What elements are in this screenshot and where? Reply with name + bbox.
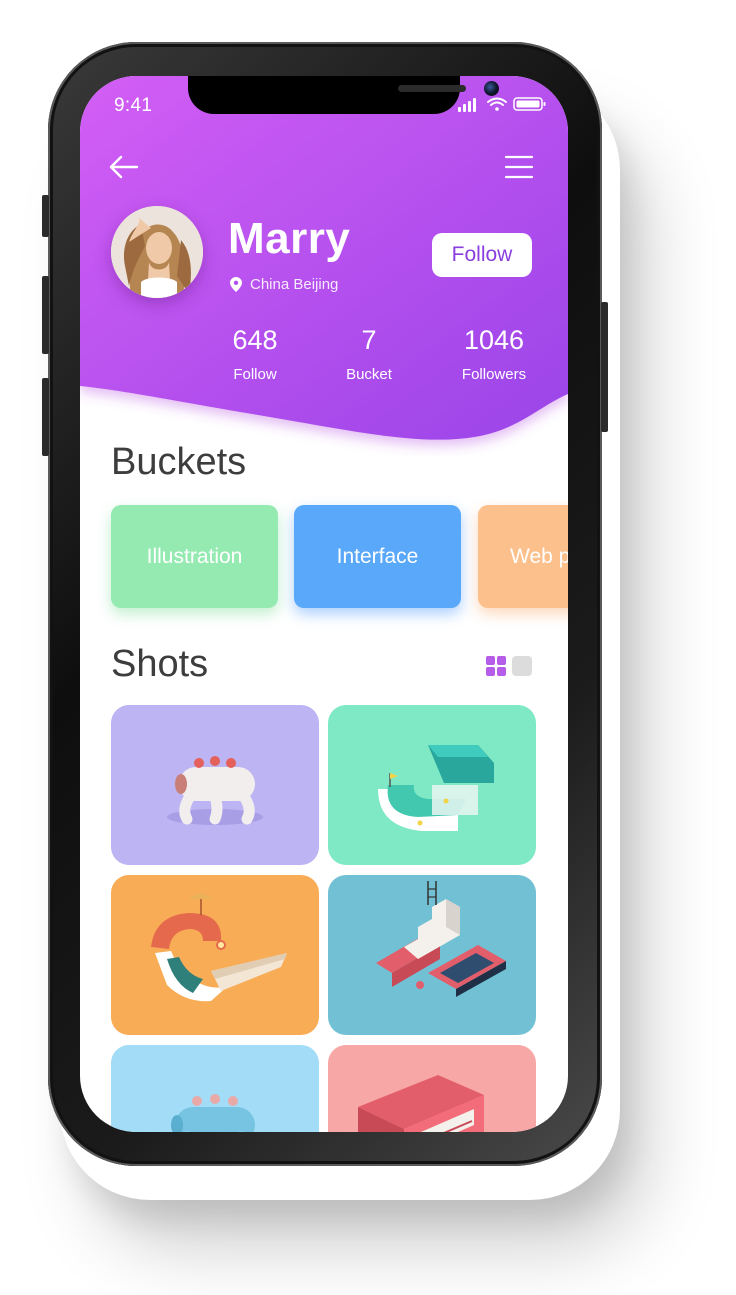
location-pin-icon [230,277,242,292]
stat-value: 648 [232,325,278,355]
shot-illustration-minigolf [378,745,494,831]
stat-label: Bucket [346,366,392,383]
power-button [601,302,608,432]
stat-followers[interactable]: 1046 Followers [434,324,554,383]
shot-card[interactable] [111,875,319,1035]
signal-icon [458,98,476,112]
stat-value: 7 [361,325,377,355]
shot-card[interactable] [328,705,536,865]
shot-card[interactable] [328,875,536,1035]
back-arrow-icon[interactable] [108,154,140,180]
earpiece-speaker [398,85,466,92]
front-camera [484,81,499,96]
profile-name: Marry [228,214,351,263]
bucket-card-interface[interactable]: Interface [294,505,461,608]
shot-card[interactable] [111,1045,319,1132]
phone-screen: 9:41 Marry China Beijing Follow 648 Foll… [80,76,568,1132]
volume-up-button [42,276,49,354]
mute-switch [42,195,49,237]
status-time: 9:41 [114,95,153,116]
battery-icon [513,97,546,111]
stat-value: 1046 [463,325,525,355]
shot-card[interactable] [111,705,319,865]
shot-illustration-pipe-creature [167,756,263,825]
location-text: China Beijing [250,276,339,293]
shot-illustration-building [358,1075,484,1132]
notch [188,76,499,114]
stat-follow[interactable]: 648 Follow [195,324,315,383]
list-view-icon[interactable] [512,656,532,676]
volume-down-button [42,378,49,456]
view-toggle [486,656,532,676]
wifi-icon [487,97,507,111]
grid-view-icon[interactable] [486,656,506,676]
shot-illustration-pool [151,894,287,1002]
stat-label: Followers [461,366,527,383]
avatar[interactable] [111,206,203,298]
avatar-portrait-image [111,206,203,298]
profile-location: China Beijing [230,276,338,293]
shot-illustration-stairs [376,881,506,997]
bucket-card-web[interactable]: Web p [478,505,568,608]
hamburger-menu-icon[interactable] [504,154,534,180]
status-icons [458,97,546,112]
bucket-card-illustration[interactable]: Illustration [111,505,278,608]
shots-title: Shots [111,643,209,685]
shot-card[interactable] [328,1045,536,1132]
buckets-title: Buckets [111,441,247,483]
stat-label: Follow [233,366,277,383]
shot-illustration-pipe-creature-blue [171,1094,255,1132]
follow-button[interactable]: Follow [432,233,532,277]
stat-bucket[interactable]: 7 Bucket [309,324,429,383]
